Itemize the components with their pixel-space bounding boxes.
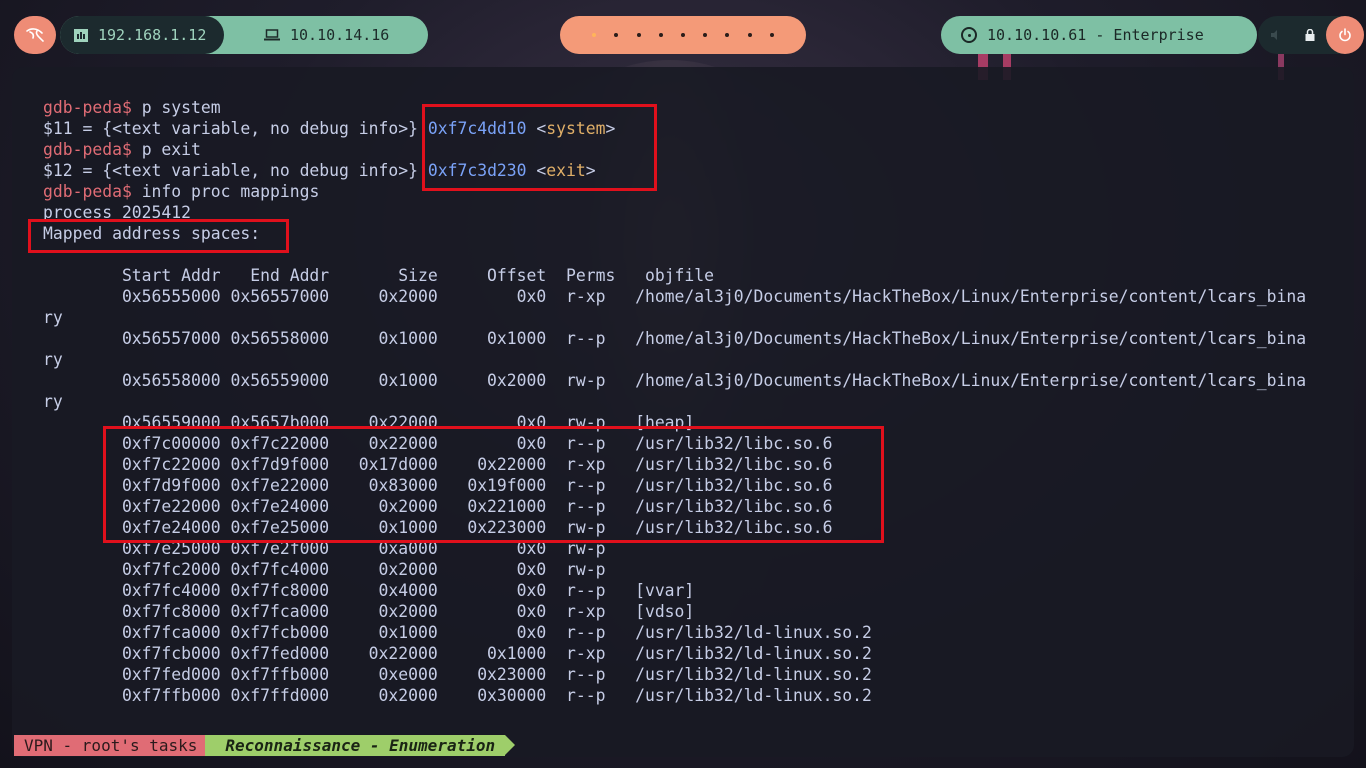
terminal-line: 0xf7fc8000 0xf7fca000 0x2000 0x0 r-xp [v…: [43, 601, 1306, 622]
workspace-dot[interactable]: [725, 33, 730, 37]
local-ip-segment: 192.168.1.12: [60, 16, 224, 54]
terminal-line: Start Addr End Addr Size Offset Perms ob…: [43, 265, 1306, 286]
terminal-text-plain: p system: [141, 98, 221, 117]
terminal-text-prompt: gdb-peda$: [43, 182, 142, 201]
highlight-box-mapped-spaces: [28, 219, 289, 253]
terminal-text-plain: 0xf7ffb000 0xf7ffd000 0x2000 0x30000 r--…: [43, 686, 872, 705]
terminal-text-prompt: gdb-peda$: [43, 98, 142, 117]
vpn-ip: 10.10.14.16: [290, 26, 390, 44]
kali-dragon-icon: [26, 28, 44, 42]
terminal-line: 0xf7fc2000 0xf7fc4000 0x2000 0x0 rw-p: [43, 559, 1306, 580]
terminal-line: ry: [43, 349, 1306, 370]
workspace-dot[interactable]: [592, 33, 597, 37]
terminal-line: ry: [43, 307, 1306, 328]
terminal-text-plain: 0xf7fcb000 0xf7fed000 0x22000 0x1000 r-x…: [43, 644, 872, 663]
terminal-text-plain: ry: [43, 392, 63, 411]
terminal-line: 0xf7fcb000 0xf7fed000 0x22000 0x1000 r-x…: [43, 643, 1306, 664]
terminal-text-plain: $11 = {<text variable, no debug info>}: [43, 119, 428, 138]
workspace-dot[interactable]: [769, 33, 774, 37]
terminal-line: $12 = {<text variable, no debug info>} 0…: [43, 160, 1306, 181]
crosshair-icon: [961, 27, 977, 43]
terminal-text-plain: 0xf7fed000 0xf7ffb000 0xe000 0x23000 r--…: [43, 665, 872, 684]
laptop-icon: [264, 29, 280, 41]
terminal-line: 0x56557000 0x56558000 0x1000 0x1000 r--p…: [43, 328, 1306, 349]
terminal-text-plain: ry: [43, 308, 63, 327]
terminal-text-plain: 0xf7fc8000 0xf7fca000 0x2000 0x0 r-xp [v…: [43, 602, 695, 621]
workspace-dot[interactable]: [658, 33, 663, 37]
workspace-dot[interactable]: [680, 33, 685, 37]
terminal-line: 0x56555000 0x56557000 0x2000 0x0 r-xp /h…: [43, 286, 1306, 307]
terminal-line: 0x56558000 0x56559000 0x1000 0x2000 rw-p…: [43, 370, 1306, 391]
terminal-output: gdb-peda$ p system $11 = {<text variable,…: [43, 97, 1306, 706]
power-button[interactable]: [1326, 16, 1364, 54]
workspace-switcher[interactable]: [560, 16, 806, 54]
menu-button[interactable]: [14, 16, 56, 54]
window-label[interactable]: Reconnaissance - Enumeration: [205, 735, 515, 756]
target-label: 10.10.10.61 - Enterprise: [987, 26, 1204, 44]
terminal-text-plain: p exit: [141, 140, 201, 159]
terminal-text-prompt: gdb-peda$: [43, 140, 142, 159]
lock-icon[interactable]: [1304, 29, 1316, 41]
terminal-text-plain: 0xf7fc2000 0xf7fc4000 0x2000 0x0 rw-p: [43, 560, 606, 579]
terminal-line: gdb-peda$ info proc mappings: [43, 181, 1306, 202]
terminal-line: gdb-peda$ p system: [43, 97, 1306, 118]
highlight-box-libc-mappings: [103, 426, 884, 543]
network-icon: [74, 28, 88, 42]
power-icon: [1339, 28, 1351, 42]
terminal-text-plain: 0x56557000 0x56558000 0x1000 0x1000 r--p…: [43, 329, 1307, 348]
terminal-line: 0xf7fca000 0xf7fcb000 0x1000 0x0 r--p /u…: [43, 622, 1306, 643]
terminal-text-plain: 0x56555000 0x56557000 0x2000 0x0 r-xp /h…: [43, 287, 1307, 306]
session-label[interactable]: VPN - root's tasks: [14, 735, 216, 756]
terminal-text-plain: ry: [43, 350, 63, 369]
terminal-text-plain: $12 = {<text variable, no debug info>}: [43, 161, 428, 180]
terminal-line: ry: [43, 391, 1306, 412]
terminal-window[interactable]: gdb-peda$ p system $11 = {<text variable,…: [12, 67, 1354, 757]
vpn-ip-segment: 10.10.14.16: [224, 26, 389, 44]
workspace-dot[interactable]: [614, 33, 619, 37]
terminal-line: 0xf7fed000 0xf7ffb000 0xe000 0x23000 r--…: [43, 664, 1306, 685]
network-indicator: 192.168.1.12 10.10.14.16: [60, 16, 428, 54]
terminal-text-plain: 0xf7fca000 0xf7fcb000 0x1000 0x0 r--p /u…: [43, 623, 872, 642]
system-tray: [1258, 16, 1364, 54]
target-indicator: 10.10.10.61 - Enterprise: [941, 16, 1257, 54]
terminal-text-plain: 0x56558000 0x56559000 0x1000 0x2000 rw-p…: [43, 371, 1307, 390]
terminal-line: $11 = {<text variable, no debug info>} 0…: [43, 118, 1306, 139]
volume-icon[interactable]: [1270, 29, 1282, 41]
terminal-line: gdb-peda$ p exit: [43, 139, 1306, 160]
terminal-text-plain: info proc mappings: [141, 182, 320, 201]
terminal-text-plain: 0xf7fc4000 0xf7fc8000 0x4000 0x0 r--p [v…: [43, 581, 695, 600]
local-ip: 192.168.1.12: [98, 26, 207, 44]
highlight-box-addresses: [422, 104, 657, 191]
workspace-dot[interactable]: [703, 33, 708, 37]
terminal-text-plain: Start Addr End Addr Size Offset Perms ob…: [43, 266, 715, 285]
workspace-dot[interactable]: [636, 33, 641, 37]
terminal-line: 0xf7ffb000 0xf7ffd000 0x2000 0x30000 r--…: [43, 685, 1306, 706]
terminal-line: 0xf7fc4000 0xf7fc8000 0x4000 0x0 r--p [v…: [43, 580, 1306, 601]
workspace-dot[interactable]: [747, 33, 752, 37]
tmux-status-bar: VPN - root's tasks Reconnaissance - Enum…: [14, 735, 515, 756]
